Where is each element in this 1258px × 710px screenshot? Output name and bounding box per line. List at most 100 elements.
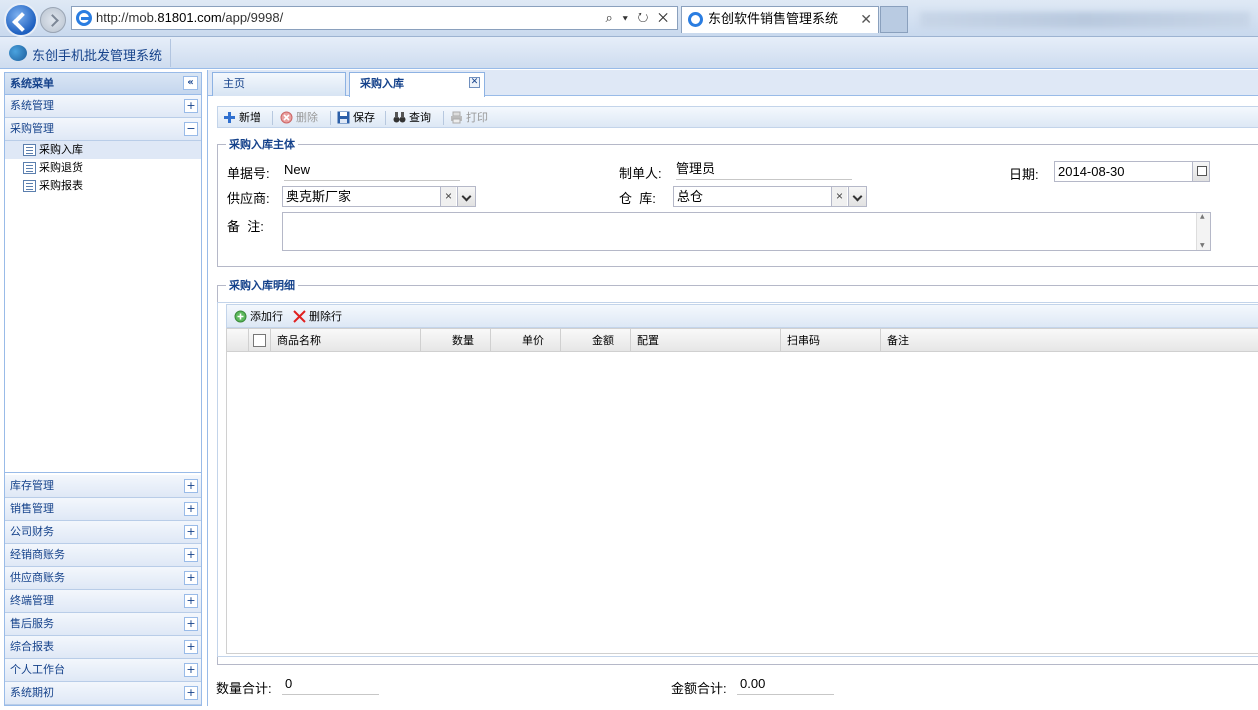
col-amount[interactable]: 金额 xyxy=(561,329,631,352)
sidebar-group-label: 库存管理 xyxy=(10,479,54,492)
forward-button[interactable] xyxy=(40,7,66,33)
sidebar-group-supplier-accounts[interactable]: 供应商账务 + xyxy=(5,567,201,590)
sidebar-group-system[interactable]: 系统管理 + xyxy=(5,95,201,118)
print-button[interactable]: 打印 xyxy=(450,109,488,127)
save-button[interactable]: 保存 xyxy=(337,109,375,127)
sidebar: 系统菜单 « 系统管理 + 采购管理 − 采购入库 采购退货 采购报表 库存管理… xyxy=(4,72,202,706)
grid-body xyxy=(226,352,1258,654)
sidebar-group-reports[interactable]: 综合报表 + xyxy=(5,636,201,659)
collapse-icon[interactable]: − xyxy=(184,122,198,136)
col-remarks[interactable]: 备注 xyxy=(881,329,1258,352)
sidebar-group-label: 采购管理 xyxy=(10,122,54,135)
add-row-button[interactable]: 添加行 xyxy=(234,308,283,326)
delete-icon xyxy=(280,111,293,124)
expand-icon[interactable]: + xyxy=(184,502,198,516)
col-unit-price[interactable]: 单价 xyxy=(491,329,561,352)
sidebar-item-purchase-return[interactable]: 采购退货 xyxy=(5,159,201,177)
print-label: 打印 xyxy=(466,111,488,124)
expand-icon[interactable]: + xyxy=(184,525,198,539)
new-tab-button[interactable] xyxy=(880,6,908,33)
clear-icon[interactable]: × xyxy=(831,187,847,206)
sidebar-group-opening[interactable]: 系统期初 + xyxy=(5,682,201,705)
supplier-combo[interactable]: 奥克斯厂家 × xyxy=(282,186,476,207)
sidebar-group-workbench[interactable]: 个人工作台 + xyxy=(5,659,201,682)
sidebar-group-inventory[interactable]: 库存管理 + xyxy=(5,475,201,498)
main-panel: 主页 采购入库 ✕ 新增 删除 保存 查询 打印 采购入库主体 单据号: New… xyxy=(207,70,1258,706)
close-tab-icon[interactable]: ✕ xyxy=(469,77,480,88)
add-button[interactable]: 新增 xyxy=(223,109,261,127)
browser-tab-title: 东创软件销售管理系统 xyxy=(708,12,839,27)
remarks-textarea[interactable] xyxy=(282,212,1211,251)
purchase-tree: 采购入库 采购退货 采购报表 xyxy=(5,141,201,473)
query-button[interactable]: 查询 xyxy=(393,109,431,127)
delete-row-button[interactable]: 删除行 xyxy=(293,308,342,326)
sidebar-group-label: 系统期初 xyxy=(10,686,54,699)
sidebar-group-label: 公司财务 xyxy=(10,525,54,538)
warehouse-combo[interactable]: 总仓 × xyxy=(673,186,867,207)
printer-icon xyxy=(451,111,462,124)
expand-icon[interactable]: + xyxy=(184,686,198,700)
blurred-toolbar-area xyxy=(920,12,1250,28)
toolbar-divider xyxy=(330,111,331,125)
sidebar-item-purchase-in[interactable]: 采购入库 xyxy=(5,141,201,159)
col-config[interactable]: 配置 xyxy=(631,329,781,352)
tab-purchase-in[interactable]: 采购入库 ✕ xyxy=(349,72,485,97)
expand-icon[interactable]: + xyxy=(184,663,198,677)
row-number-header xyxy=(227,329,249,352)
warehouse-value: 总仓 xyxy=(677,189,704,204)
sidebar-header: 系统菜单 « xyxy=(5,73,201,95)
col-product-name[interactable]: 商品名称 xyxy=(271,329,421,352)
sidebar-group-label: 个人工作台 xyxy=(10,663,65,676)
col-serial-scan[interactable]: 扫串码 xyxy=(781,329,881,352)
doc-no-label: 单据号: xyxy=(227,166,270,181)
textarea-scrollbar[interactable] xyxy=(1196,213,1210,250)
sidebar-item-purchase-report[interactable]: 采购报表 xyxy=(5,177,201,195)
close-tab-icon[interactable]: ✕ xyxy=(860,7,872,33)
expand-icon[interactable]: + xyxy=(184,594,198,608)
expand-icon[interactable]: + xyxy=(184,617,198,631)
expand-icon[interactable]: + xyxy=(184,571,198,585)
delete-button[interactable]: 删除 xyxy=(280,109,318,127)
maker-label: 制单人: xyxy=(619,166,662,181)
sidebar-group-finance[interactable]: 公司财务 + xyxy=(5,521,201,544)
address-bar[interactable]: http://mob.81801.com/app/9998/ ⌕ ▾ ↻ ✕ xyxy=(71,6,678,30)
query-label: 查询 xyxy=(409,111,431,124)
toolbar-divider xyxy=(443,111,444,125)
floppy-disk-icon xyxy=(337,111,350,124)
col-quantity[interactable]: 数量 xyxy=(421,329,491,352)
tab-strip: 主页 采购入库 ✕ xyxy=(208,70,1258,97)
app-logo-icon xyxy=(9,45,27,61)
browser-tab[interactable]: 东创软件销售管理系统 ✕ xyxy=(681,6,879,33)
clear-icon[interactable]: × xyxy=(440,187,456,206)
document-icon xyxy=(23,180,36,192)
expand-icon[interactable]: + xyxy=(184,548,198,562)
chevron-down-icon[interactable] xyxy=(848,187,866,206)
sidebar-group-dealer-accounts[interactable]: 经销商账务 + xyxy=(5,544,201,567)
tab-home[interactable]: 主页 xyxy=(212,72,346,96)
back-button[interactable] xyxy=(4,3,38,37)
chevron-down-icon[interactable] xyxy=(457,187,475,206)
sidebar-group-terminal[interactable]: 终端管理 + xyxy=(5,590,201,613)
select-all-checkbox[interactable] xyxy=(253,334,266,347)
red-x-icon xyxy=(293,310,306,323)
sidebar-group-sales[interactable]: 销售管理 + xyxy=(5,498,201,521)
address-controls[interactable]: ⌕ ▾ ↻ ✕ xyxy=(606,7,671,29)
sidebar-group-purchase[interactable]: 采购管理 − xyxy=(5,118,201,141)
select-all-header[interactable] xyxy=(249,329,271,352)
expand-icon[interactable]: + xyxy=(184,640,198,654)
expand-icon[interactable]: + xyxy=(184,479,198,493)
date-field[interactable]: 2014-08-30 xyxy=(1054,161,1210,182)
grid-toolbar: 添加行 删除行 xyxy=(226,304,1258,328)
grid-header: 商品名称 数量 单价 金额 配置 扫串码 备注 xyxy=(226,328,1258,352)
calendar-icon[interactable] xyxy=(1192,162,1209,181)
amount-total-label: 金额合计: xyxy=(671,681,727,696)
sidebar-group-label: 供应商账务 xyxy=(10,571,65,584)
amount-total-value: 0.00 xyxy=(737,675,834,695)
collapse-sidebar-icon[interactable]: « xyxy=(183,76,198,90)
doc-no-value: New xyxy=(284,161,460,181)
expand-icon[interactable]: + xyxy=(184,99,198,113)
sidebar-title: 系统菜单 xyxy=(10,77,54,90)
app-title: 东创手机批发管理系统 xyxy=(32,49,163,64)
sidebar-group-after-sales[interactable]: 售后服务 + xyxy=(5,613,201,636)
sidebar-group-label: 综合报表 xyxy=(10,640,54,653)
